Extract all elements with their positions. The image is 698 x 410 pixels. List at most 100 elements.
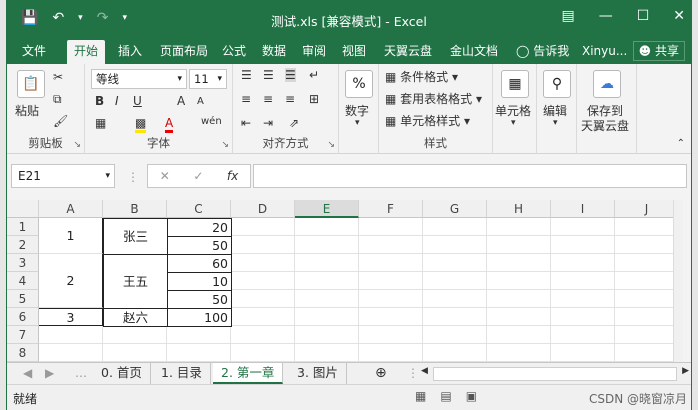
chevron-down-icon[interactable]: ▾ [355, 118, 360, 128]
row-header-2[interactable]: 2 [7, 236, 39, 254]
grid-cell[interactable] [295, 218, 359, 236]
grid-cell[interactable] [359, 272, 423, 290]
row-header-5[interactable]: 5 [7, 290, 39, 308]
sheet-tab-2[interactable]: 2. 第一章 [213, 363, 284, 384]
align-top-icon[interactable]: ☰ [241, 68, 252, 82]
increase-indent-icon[interactable]: ⇥ [263, 116, 273, 130]
cut-icon[interactable]: ✂ [53, 70, 63, 84]
chevron-down-icon[interactable]: ▾ [511, 118, 516, 128]
conditional-format-button[interactable]: ▦ 条件格式 ▾ [385, 68, 458, 85]
grid-cell[interactable] [487, 236, 551, 254]
ribbon-display-icon[interactable]: ▤ [561, 8, 574, 24]
grid-cell[interactable] [487, 254, 551, 272]
cancel-icon[interactable]: ✕ [160, 169, 170, 183]
cell-b1[interactable]: 张三 [103, 218, 168, 255]
grid-cell[interactable] [39, 344, 103, 362]
grid-cell[interactable] [359, 254, 423, 272]
col-header-g[interactable]: G [423, 200, 487, 218]
grid-cell[interactable] [551, 254, 615, 272]
col-header-j[interactable]: J [615, 200, 679, 218]
grid-cell[interactable] [295, 344, 359, 362]
cell-a3[interactable]: 2 [39, 254, 103, 308]
tab-formulas[interactable]: 公式 [215, 42, 253, 60]
decrease-indent-icon[interactable]: ⇤ [241, 116, 251, 130]
tab-file[interactable]: 文件 [15, 42, 53, 60]
formula-input[interactable] [253, 164, 687, 188]
share-button[interactable]: ☻ 共享 [632, 41, 685, 61]
grid-cell[interactable] [231, 308, 295, 326]
number-format-button[interactable]: 数字 [345, 102, 369, 119]
grid-cell[interactable] [551, 344, 615, 362]
percent-icon[interactable]: % [345, 70, 373, 98]
tab-view[interactable]: 视图 [335, 42, 373, 60]
bold-button[interactable]: B [95, 94, 104, 108]
dialog-launcher-icon[interactable]: ↘ [221, 140, 229, 150]
name-box[interactable]: E21 ▾ [11, 164, 115, 188]
grid-cell[interactable] [551, 272, 615, 290]
grid-cell[interactable] [423, 254, 487, 272]
align-bottom-icon[interactable]: ☰ [285, 68, 296, 82]
phonetic-icon[interactable]: wén [201, 116, 222, 127]
page-break-view-icon[interactable]: ▣ [466, 389, 477, 403]
sheet-tab-3[interactable]: 3. 图片 [289, 363, 347, 384]
tab-page-layout[interactable]: 页面布局 [153, 42, 215, 60]
cloud-icon[interactable]: ☁ [593, 70, 621, 98]
col-header-d[interactable]: D [231, 200, 295, 218]
grid-cell[interactable] [487, 290, 551, 308]
grid-cell[interactable] [615, 344, 679, 362]
align-center-icon[interactable]: ≡ [263, 92, 273, 106]
grid-cell[interactable] [295, 272, 359, 290]
minimize-icon[interactable]: — [599, 8, 613, 24]
cells-button[interactable]: 单元格 [495, 102, 531, 119]
cell-c1[interactable]: 20 [167, 218, 232, 237]
copy-icon[interactable]: ⧉ [53, 92, 62, 107]
grid-cell[interactable] [295, 290, 359, 308]
grid-cell[interactable] [295, 326, 359, 344]
grid-cell[interactable] [231, 326, 295, 344]
sheet-tab-1[interactable]: 1. 目录 [153, 363, 211, 384]
merge-center-icon[interactable]: ⊞ [309, 92, 319, 106]
grid-cell[interactable] [615, 218, 679, 236]
vertical-scrollbar[interactable] [673, 200, 683, 362]
grid-cell[interactable] [423, 236, 487, 254]
cell-b6[interactable]: 赵六 [103, 308, 168, 327]
grid-cell[interactable] [359, 290, 423, 308]
cell-c6[interactable]: 100 [167, 308, 232, 327]
cell-c4[interactable]: 10 [167, 272, 232, 291]
maximize-icon[interactable]: ☐ [637, 8, 650, 24]
tell-me[interactable]: ◯ 告诉我 [509, 42, 576, 60]
tab-jinshan[interactable]: 金山文档 [443, 42, 505, 60]
col-header-a[interactable]: A [39, 200, 103, 218]
cell-c2[interactable]: 50 [167, 236, 232, 255]
page-layout-view-icon[interactable]: ▤ [440, 389, 451, 403]
row-header-4[interactable]: 4 [7, 272, 39, 290]
grid-cell[interactable] [615, 272, 679, 290]
paste-icon[interactable]: 📋 [17, 70, 45, 98]
col-header-e[interactable]: E [295, 200, 359, 218]
grid-cell[interactable] [103, 344, 167, 362]
row-header-6[interactable]: 6 [7, 308, 39, 326]
cell-b3[interactable]: 王五 [103, 254, 168, 309]
align-right-icon[interactable]: ≡ [285, 92, 295, 106]
save-tianyi-line2[interactable]: 天翼云盘 [581, 117, 629, 134]
row-header-3[interactable]: 3 [7, 254, 39, 272]
collapse-ribbon-icon[interactable]: ⌃ [677, 138, 685, 149]
grid-cell[interactable] [423, 326, 487, 344]
grid-cell[interactable] [231, 272, 295, 290]
grid-cell[interactable] [231, 290, 295, 308]
scroll-right-icon[interactable]: ▶ [682, 366, 689, 376]
cells-icon[interactable]: ▦ [501, 70, 529, 98]
grid-cell[interactable] [615, 254, 679, 272]
cell-a6[interactable]: 3 [39, 308, 103, 326]
grid-cell[interactable] [359, 236, 423, 254]
grid-cell[interactable] [551, 290, 615, 308]
sheet-tab-0[interactable]: 0. 首页 [93, 363, 151, 384]
editing-button[interactable]: 编辑 [543, 102, 567, 119]
user-name[interactable]: Xinyu... [575, 42, 634, 60]
cell-c5[interactable]: 50 [167, 290, 232, 309]
fx-button[interactable]: fx [227, 169, 238, 183]
shrink-font-button[interactable]: A [197, 96, 204, 107]
grid-cell[interactable] [551, 308, 615, 326]
chevron-down-icon[interactable]: ▾ [553, 118, 558, 128]
tab-home[interactable]: 开始 [67, 40, 106, 64]
